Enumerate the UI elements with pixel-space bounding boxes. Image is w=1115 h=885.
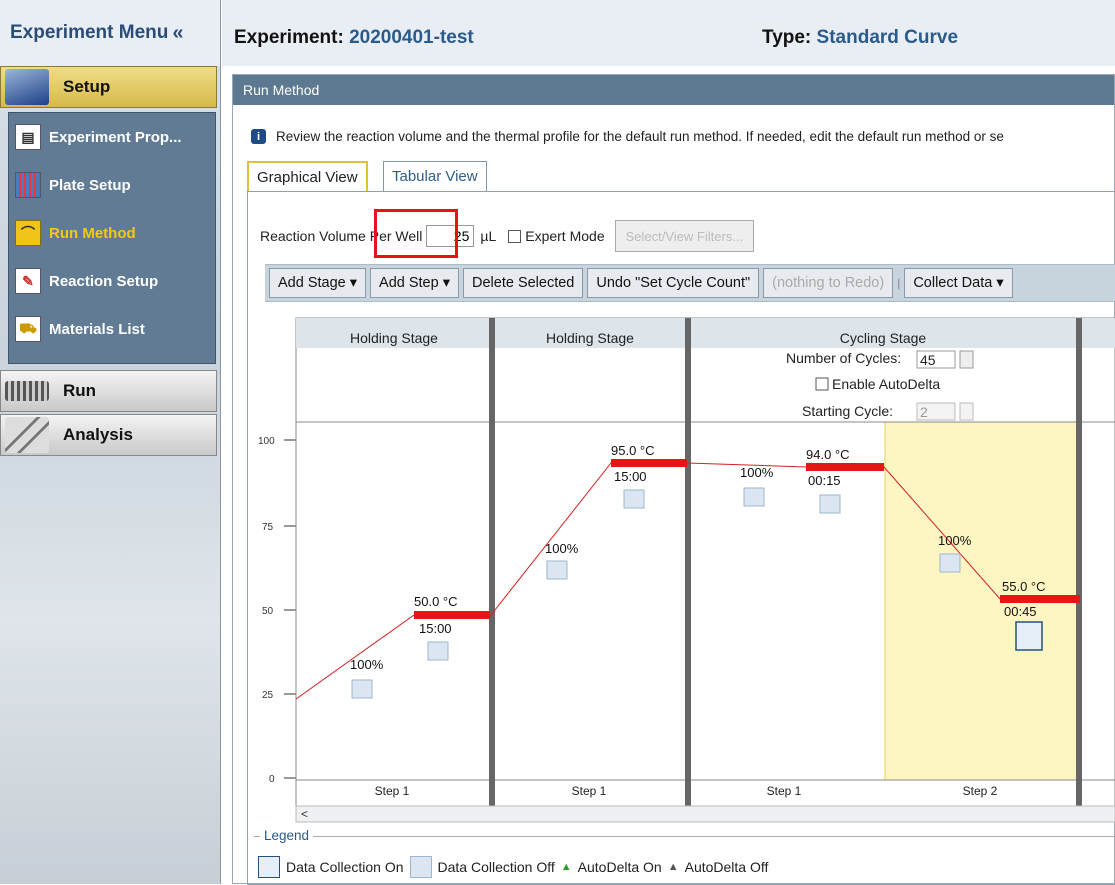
autodelta-checkbox[interactable]	[815, 377, 829, 391]
y-tick-label: 0	[269, 774, 275, 785]
hold-bar-step[interactable]	[806, 463, 884, 471]
ramp-rate[interactable]: 100%	[545, 541, 579, 556]
step-label: Step 1	[767, 784, 802, 798]
stage-divider[interactable]	[685, 318, 691, 806]
data-collection-off-icon[interactable]	[939, 553, 961, 573]
hold-bar-step[interactable]	[611, 459, 687, 467]
starting-cycle-label: Starting Cycle:	[802, 403, 893, 419]
cycles-value: 45	[920, 352, 936, 368]
data-collection-off-icon[interactable]	[623, 489, 645, 509]
stage-title: Holding Stage	[546, 330, 634, 346]
data-collection-off-icon[interactable]	[427, 641, 449, 661]
hold-bar-step[interactable]	[414, 611, 490, 619]
scroll-left-arrow-icon[interactable]: <	[301, 807, 308, 821]
ramp-rate[interactable]: 100%	[350, 657, 384, 672]
step-time[interactable]: 00:45	[1004, 604, 1037, 619]
ramp-rate[interactable]: 100%	[938, 533, 972, 548]
y-tick-label: 75	[262, 522, 274, 533]
step-time[interactable]: 15:00	[419, 621, 452, 636]
data-collection-on-icon	[258, 856, 280, 878]
stage-divider[interactable]	[489, 318, 495, 806]
data-collection-off-icon[interactable]	[743, 487, 765, 507]
y-tick-label: 50	[262, 606, 274, 617]
stage-title: Holding Stage	[350, 330, 438, 346]
step-label: Step 1	[375, 784, 410, 798]
data-collection-off-icon[interactable]	[351, 679, 373, 699]
y-axis: 100 75 50 25 0	[258, 436, 296, 785]
legend-data-collection-off: Data Collection Off	[437, 859, 555, 875]
data-collection-off-icon	[409, 856, 432, 878]
stage-divider[interactable]	[1076, 318, 1082, 806]
legend-data-collection-on: Data Collection On	[286, 859, 404, 875]
autodelta-on-icon: ▲	[560, 861, 572, 873]
cycles-spinner-icon[interactable]	[959, 350, 974, 369]
hold-bar-step[interactable]	[1000, 595, 1080, 603]
legend-autodelta-on: AutoDelta On	[577, 859, 662, 875]
step-temperature[interactable]: 55.0 °C	[1002, 579, 1046, 594]
step-label: Step 2	[963, 784, 998, 798]
step-time[interactable]: 15:00	[614, 469, 647, 484]
step-temperature[interactable]: 94.0 °C	[806, 447, 850, 462]
starting-cycle-spinner-icon	[959, 402, 974, 421]
step-temperature[interactable]: 50.0 °C	[414, 594, 458, 609]
thermal-profile-chart: 100 75 50 25 0 Holding Stage Holding Sta…	[258, 317, 1115, 823]
autodelta-label: Enable AutoDelta	[832, 376, 940, 392]
data-collection-on-icon[interactable]	[1015, 621, 1043, 651]
legend-items: Data Collection On Data Collection Off ▲…	[258, 856, 768, 878]
y-tick-label: 25	[262, 690, 274, 701]
data-collection-off-icon[interactable]	[546, 560, 568, 580]
cycles-label: Number of Cycles:	[786, 350, 901, 366]
data-collection-off-icon[interactable]	[819, 494, 841, 514]
ramp-rate[interactable]: 100%	[740, 465, 774, 480]
horizontal-scrollbar[interactable]	[295, 805, 1115, 823]
legend: Legend Data Collection On Data Collectio…	[250, 828, 1115, 884]
legend-autodelta-off: AutoDelta Off	[684, 859, 769, 875]
legend-title: Legend	[260, 828, 314, 843]
starting-cycle-value: 2	[920, 404, 928, 420]
stage-title: Cycling Stage	[840, 330, 927, 346]
legend-divider	[254, 836, 1115, 837]
autodelta-off-icon: ▲	[667, 861, 679, 873]
step-time[interactable]: 00:15	[808, 473, 841, 488]
y-tick-label: 100	[258, 436, 275, 447]
step-label: Step 1	[572, 784, 607, 798]
step-temperature[interactable]: 95.0 °C	[611, 443, 655, 458]
